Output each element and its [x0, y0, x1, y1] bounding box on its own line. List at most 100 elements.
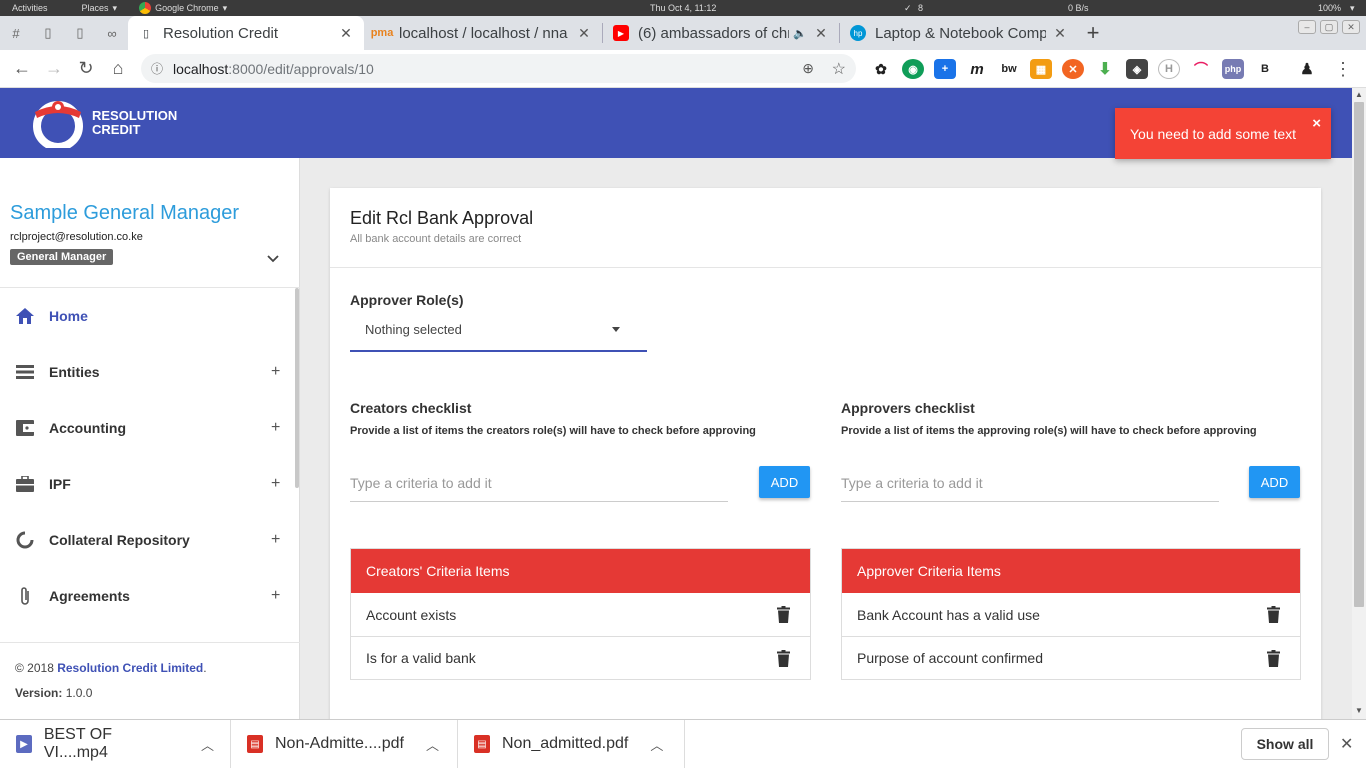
creators-add-button[interactable]: ADD	[759, 466, 810, 498]
approvers-criteria-input[interactable]: Type a criteria to add it	[841, 465, 1219, 502]
chevron-down-icon[interactable]	[267, 250, 279, 266]
approver-roles-select[interactable]: Nothing selected	[350, 316, 647, 352]
toast-close-icon[interactable]: ×	[1312, 115, 1321, 132]
home-button[interactable]: ⌂	[102, 53, 134, 85]
places-menu[interactable]: Places	[82, 3, 109, 13]
notification-icon[interactable]: ✓	[904, 3, 912, 14]
expand-plus-icon[interactable]: +	[271, 363, 280, 381]
tab-resolution-credit[interactable]: ▯ Resolution Credit ✕	[128, 16, 364, 50]
expand-plus-icon[interactable]: +	[271, 475, 280, 493]
sidebar-item-ipf[interactable]: IPF +	[0, 456, 296, 512]
person-extension-icon[interactable]: ♟	[1296, 59, 1318, 79]
close-tab-icon[interactable]: ✕	[338, 25, 354, 42]
close-window-button[interactable]: ✕	[1342, 20, 1360, 34]
back-button[interactable]: ←	[6, 53, 38, 85]
scroll-up-icon[interactable]: ▲	[1355, 90, 1363, 99]
maximize-button[interactable]: ▢	[1320, 20, 1338, 34]
expand-plus-icon[interactable]: +	[271, 531, 280, 549]
pinned-tab-hash[interactable]: #	[0, 16, 32, 50]
php-extension-icon[interactable]: php	[1222, 59, 1244, 79]
pinned-tab-link[interactable]: ∞	[96, 16, 128, 50]
bw-extension-icon[interactable]: bw	[998, 59, 1020, 79]
close-tab-icon[interactable]: ✕	[813, 25, 829, 42]
divider	[0, 642, 300, 643]
download-item[interactable]: ▶ BEST OF VI....mp4 ︿	[0, 719, 231, 768]
scroll-down-icon[interactable]: ▼	[1355, 706, 1363, 715]
new-tab-button[interactable]: +	[1078, 16, 1108, 50]
network-speed: 0 B/s	[1068, 3, 1089, 13]
orange-extension-icon[interactable]: ▦	[1030, 59, 1052, 79]
download-item[interactable]: ▤ Non-Admitte....pdf ︿	[231, 719, 458, 768]
chrome-menu-icon[interactable]: ⋮	[1334, 59, 1352, 80]
chevron-up-icon[interactable]: ︿	[426, 735, 439, 754]
site-info-icon[interactable]: ⓘ	[151, 60, 163, 77]
sidebar-item-agreements[interactable]: Agreements +	[0, 568, 296, 624]
approvers-criteria-list: Approver Criteria Items Bank Account has…	[841, 548, 1301, 680]
page-icon: ▯	[142, 27, 150, 40]
tab-phpmyadmin[interactable]: pma localhost / localhost / nna ✕	[364, 16, 602, 50]
paperclip-icon	[15, 586, 35, 606]
trash-icon[interactable]	[777, 650, 790, 667]
divider	[330, 267, 1321, 268]
show-all-downloads-button[interactable]: Show all	[1241, 728, 1329, 760]
bookmark-star-icon[interactable]: ☆	[832, 59, 846, 79]
toast-message: You need to add some text	[1130, 126, 1297, 142]
gnome-extension-icon[interactable]: ✿	[870, 59, 892, 79]
expand-plus-icon[interactable]: +	[271, 419, 280, 437]
user-name[interactable]: Sample General Manager	[10, 202, 239, 225]
chevron-up-icon[interactable]: ︿	[201, 735, 214, 754]
h-extension-icon[interactable]: H	[1158, 59, 1180, 79]
approvers-add-button[interactable]: ADD	[1249, 466, 1300, 498]
zoom-icon[interactable]: ⊕	[802, 60, 814, 77]
sidebar-item-entities[interactable]: Entities +	[0, 344, 296, 400]
trash-icon[interactable]	[1267, 606, 1280, 623]
page-scrollbar[interactable]: ▲ ▼	[1352, 88, 1366, 719]
trash-icon[interactable]	[777, 606, 790, 623]
places-caret-icon: ▾	[112, 2, 118, 13]
address-bar[interactable]: ⓘ localhost:8000/edit/approvals/10 ⊕ ☆	[141, 54, 856, 83]
rainbow-extension-icon[interactable]: ⌒	[1190, 59, 1212, 79]
trash-icon[interactable]	[1267, 650, 1280, 667]
chevron-up-icon[interactable]: ︿	[650, 735, 663, 754]
m-extension-icon[interactable]: m	[966, 59, 988, 79]
tab-youtube[interactable]: ▶ (6) ambassadors of chr 🔈 ✕	[603, 16, 839, 50]
b-extension-icon[interactable]: B	[1254, 59, 1276, 79]
chrome-extension-icon[interactable]: ◉	[902, 59, 924, 79]
activities-button[interactable]: Activities	[12, 3, 48, 13]
sidebar-item-collateral-repository[interactable]: Collateral Repository +	[0, 512, 296, 568]
x-extension-icon[interactable]: ✕	[1062, 59, 1084, 79]
company-link[interactable]: Resolution Credit Limited	[57, 661, 203, 675]
list-item: Bank Account has a valid use	[842, 593, 1300, 636]
close-tab-icon[interactable]: ✕	[1052, 25, 1068, 42]
sidebar-scrollbar[interactable]	[295, 288, 299, 488]
sidebar-item-accounting[interactable]: Accounting +	[0, 400, 296, 456]
power-menu-icon[interactable]: ▾	[1350, 3, 1355, 14]
pinned-tab-doc[interactable]: ▯	[32, 16, 64, 50]
scrollbar-thumb[interactable]	[1354, 102, 1364, 607]
close-download-shelf-icon[interactable]: ✕	[1340, 734, 1353, 754]
clock[interactable]: Thu Oct 4, 11:12	[650, 3, 716, 13]
forward-button[interactable]: →	[38, 53, 70, 85]
audio-playing-icon[interactable]: 🔈	[793, 27, 807, 40]
chrome-app-icon	[139, 2, 152, 14]
pinned-tab-doc-2[interactable]: ▯	[64, 16, 96, 50]
shield-extension-icon[interactable]: ◈	[1126, 59, 1148, 79]
criteria-text: Account exists	[366, 606, 457, 623]
reload-button[interactable]: ↻	[70, 53, 102, 85]
brand-logo[interactable]: RESOLUTION CREDIT	[30, 98, 177, 151]
creators-criteria-input[interactable]: Type a criteria to add it	[350, 465, 728, 502]
download-extension-icon[interactable]: ⬇	[1094, 59, 1116, 79]
expand-plus-icon[interactable]: +	[271, 587, 280, 605]
pdf-file-icon: ▤	[474, 735, 490, 753]
window-controls: – ▢ ✕	[1298, 20, 1360, 34]
home-icon	[15, 306, 35, 326]
plus-extension-icon[interactable]: +	[934, 59, 956, 79]
minimize-button[interactable]: –	[1298, 20, 1316, 34]
sidebar-item-home[interactable]: Home	[0, 288, 296, 344]
app-menu-chrome[interactable]: Google Chrome	[155, 3, 219, 13]
download-item[interactable]: ▤ Non_admitted.pdf ︿	[458, 719, 685, 768]
approver-roles-label: Approver Role(s)	[350, 292, 464, 308]
tab-hp-laptops[interactable]: hp Laptop & Notebook Comp ✕	[840, 16, 1078, 50]
close-tab-icon[interactable]: ✕	[576, 25, 592, 42]
creators-criteria-list: Creators' Criteria Items Account exists …	[350, 548, 811, 680]
